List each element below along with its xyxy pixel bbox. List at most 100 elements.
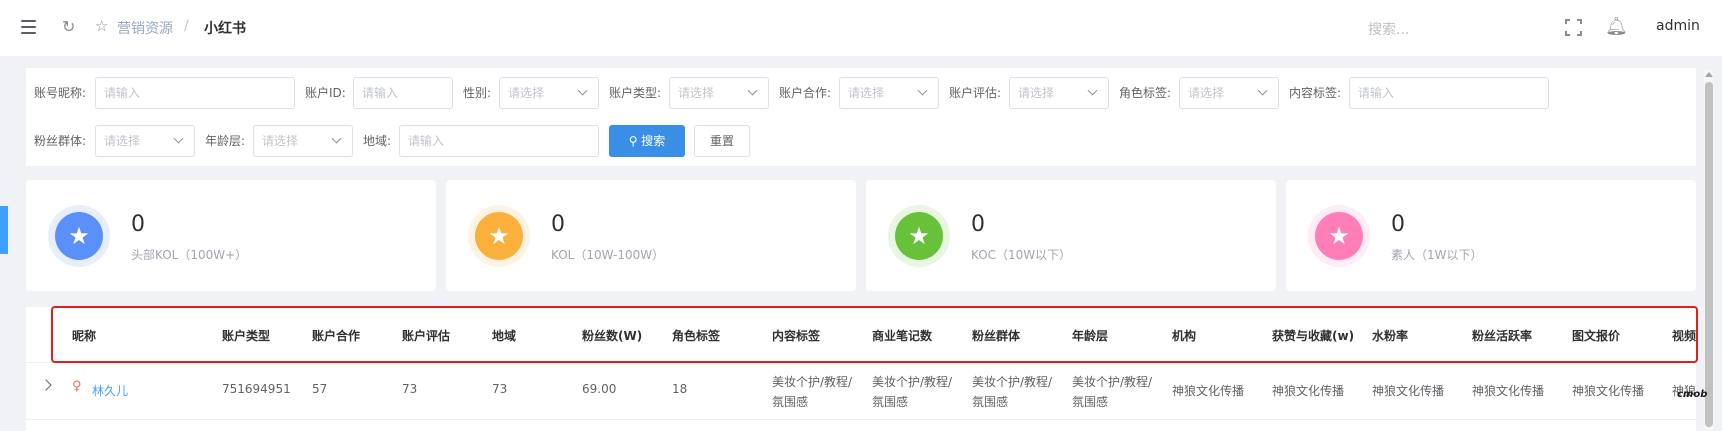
breadcrumb-parent[interactable]: 营销资源 — [117, 18, 173, 38]
sidebar-active-indicator — [0, 206, 8, 254]
col-header-region[interactable]: 地域 — [492, 327, 516, 344]
cell-fan-group: 美妆个护/教程/氛围感 — [972, 375, 1053, 409]
breadcrumb-separator: / — [184, 18, 189, 34]
stat-card-koc: ★ 0 KOC（10W以下） — [866, 180, 1276, 291]
left-sidebar-strip — [0, 0, 8, 431]
col-header-role-tag[interactable]: 角色标签 — [672, 327, 720, 344]
cell-account-type: 751694951 — [222, 382, 291, 396]
col-header-cooperation[interactable]: 账户合作 — [312, 327, 360, 344]
row-divider — [26, 419, 1696, 420]
cell-fans: 69.00 — [582, 382, 617, 396]
female-icon: ♀ — [72, 379, 82, 394]
chevron-down-icon — [917, 85, 928, 96]
stat-card-head-kol: ★ 0 头部KOL（100W+） — [26, 180, 436, 291]
header-divider — [26, 362, 1696, 363]
col-header-video[interactable]: 视频 — [1672, 327, 1696, 344]
cooperation-placeholder: 请选择 — [848, 86, 885, 100]
watermark: cmob — [1677, 389, 1708, 400]
nickname-input[interactable]: 请输入 — [95, 77, 295, 109]
cell-org: 神狼文化传播 — [1172, 384, 1245, 398]
chevron-down-icon — [173, 133, 184, 144]
chevron-down-icon — [577, 85, 588, 96]
search-button[interactable]: ⚲ 搜索 — [609, 125, 685, 157]
fullscreen-icon[interactable] — [1565, 19, 1582, 36]
top-navbar: ↻ ☆ 营销资源 / 小红书 搜索... 🔔︎ admin — [0, 0, 1722, 56]
reset-button[interactable]: 重置 — [694, 125, 750, 157]
search-icon: ⚲ — [628, 134, 642, 148]
nickname-link[interactable]: 林久儿 — [92, 382, 128, 399]
gender-label: 性别: — [463, 86, 492, 100]
chevron-down-icon — [747, 85, 758, 96]
stat-card-kol: ★ 0 KOL（10W-100W） — [446, 180, 856, 291]
col-header-commercial-notes[interactable]: 商业笔记数 — [872, 327, 932, 344]
chevron-down-icon — [331, 133, 342, 144]
scrollbar-thumb[interactable] — [1705, 82, 1713, 427]
user-menu[interactable]: admin — [1656, 18, 1700, 34]
stat-value: 0 — [131, 212, 145, 237]
bell-icon[interactable]: 🔔︎ — [1605, 16, 1628, 37]
role-tag-label: 角色标签: — [1119, 86, 1172, 100]
evaluation-placeholder: 请选择 — [1018, 86, 1055, 100]
col-header-account-type[interactable]: 账户类型 — [222, 327, 270, 344]
top-search-input[interactable]: 搜索... — [1368, 19, 1488, 39]
hamburger-icon[interactable] — [21, 20, 36, 34]
scroll-up-icon[interactable] — [1705, 72, 1713, 77]
region-input[interactable]: 请输入 — [399, 125, 599, 157]
cell-commercial-notes: 美妆个护/教程/氛围感 — [872, 375, 953, 409]
col-header-fan-group[interactable]: 粉丝群体 — [972, 327, 1020, 344]
fan-group-select[interactable]: 请选择 — [95, 125, 195, 157]
col-header-evaluation[interactable]: 账户评估 — [402, 327, 450, 344]
account-type-select[interactable]: 请选择 — [669, 77, 769, 109]
role-tag-select[interactable]: 请选择 — [1179, 77, 1279, 109]
content-tag-input[interactable]: 请输入 — [1349, 77, 1549, 109]
chevron-down-icon — [1087, 85, 1098, 96]
cell-role-tag: 18 — [672, 382, 688, 396]
col-header-likes[interactable]: 获赞与收藏(w) — [1272, 327, 1354, 344]
evaluation-select[interactable]: 请选择 — [1009, 77, 1109, 109]
col-header-active-rate[interactable]: 粉丝活跃率 — [1472, 327, 1532, 344]
age-placeholder: 请选择 — [262, 134, 299, 148]
col-header-content-tag[interactable]: 内容标签 — [772, 327, 820, 344]
gender-select[interactable]: 请选择 — [499, 77, 599, 109]
vertical-scrollbar[interactable] — [1704, 70, 1714, 431]
age-select[interactable]: 请选择 — [253, 125, 353, 157]
cooperation-select[interactable]: 请选择 — [839, 77, 939, 109]
col-header-age[interactable]: 年龄层 — [1072, 327, 1108, 344]
stat-label: KOL（10W-100W） — [551, 248, 665, 262]
stat-value: 0 — [1391, 212, 1405, 237]
cell-water-rate: 神狼文化传播 — [1372, 384, 1445, 398]
stat-card-amateur: ★ 0 素人（1W以下） — [1286, 180, 1696, 291]
stat-value: 0 — [971, 212, 985, 237]
cell-age: 美妆个护/教程/氛围感 — [1072, 375, 1153, 409]
star-icon: ★ — [475, 212, 523, 260]
col-header-fans[interactable]: 粉丝数(W) — [582, 327, 642, 344]
col-header-image-price[interactable]: 图文报价 — [1572, 327, 1620, 344]
breadcrumb-current: 小红书 — [204, 21, 246, 37]
account-id-input[interactable]: 请输入 — [353, 77, 453, 109]
star-icon: ★ — [1315, 212, 1363, 260]
stat-label: KOC（10W以下） — [971, 248, 1072, 262]
evaluation-label: 账户评估: — [949, 86, 1002, 100]
stat-label: 素人（1W以下） — [1391, 248, 1483, 262]
col-header-org[interactable]: 机构 — [1172, 327, 1196, 344]
star-icon: ★ — [895, 212, 943, 260]
col-header-nickname[interactable]: 昵称 — [72, 327, 96, 344]
cell-content-tag: 美妆个护/教程/氛围感 — [772, 375, 853, 409]
nickname-label: 账号昵称: — [34, 86, 87, 100]
cell-active-rate: 神狼文化传播 — [1472, 384, 1545, 398]
stat-label: 头部KOL（100W+） — [131, 248, 248, 262]
star-icon[interactable]: ☆ — [95, 17, 108, 35]
search-button-label: 搜索 — [641, 134, 666, 148]
stat-value: 0 — [551, 212, 565, 237]
chevron-down-icon — [1257, 85, 1268, 96]
expand-row-icon[interactable] — [40, 379, 52, 391]
account-type-label: 账户类型: — [609, 86, 662, 100]
cell-image-price: 神狼文化传播 — [1572, 384, 1645, 398]
refresh-icon[interactable]: ↻ — [62, 17, 75, 36]
col-header-water-rate[interactable]: 水粉率 — [1372, 327, 1408, 344]
fan-group-placeholder: 请选择 — [104, 134, 141, 148]
account-type-placeholder: 请选择 — [678, 86, 715, 100]
region-label: 地域: — [363, 134, 392, 148]
account-id-label: 账户ID: — [305, 86, 346, 100]
role-tag-placeholder: 请选择 — [1188, 86, 1225, 100]
